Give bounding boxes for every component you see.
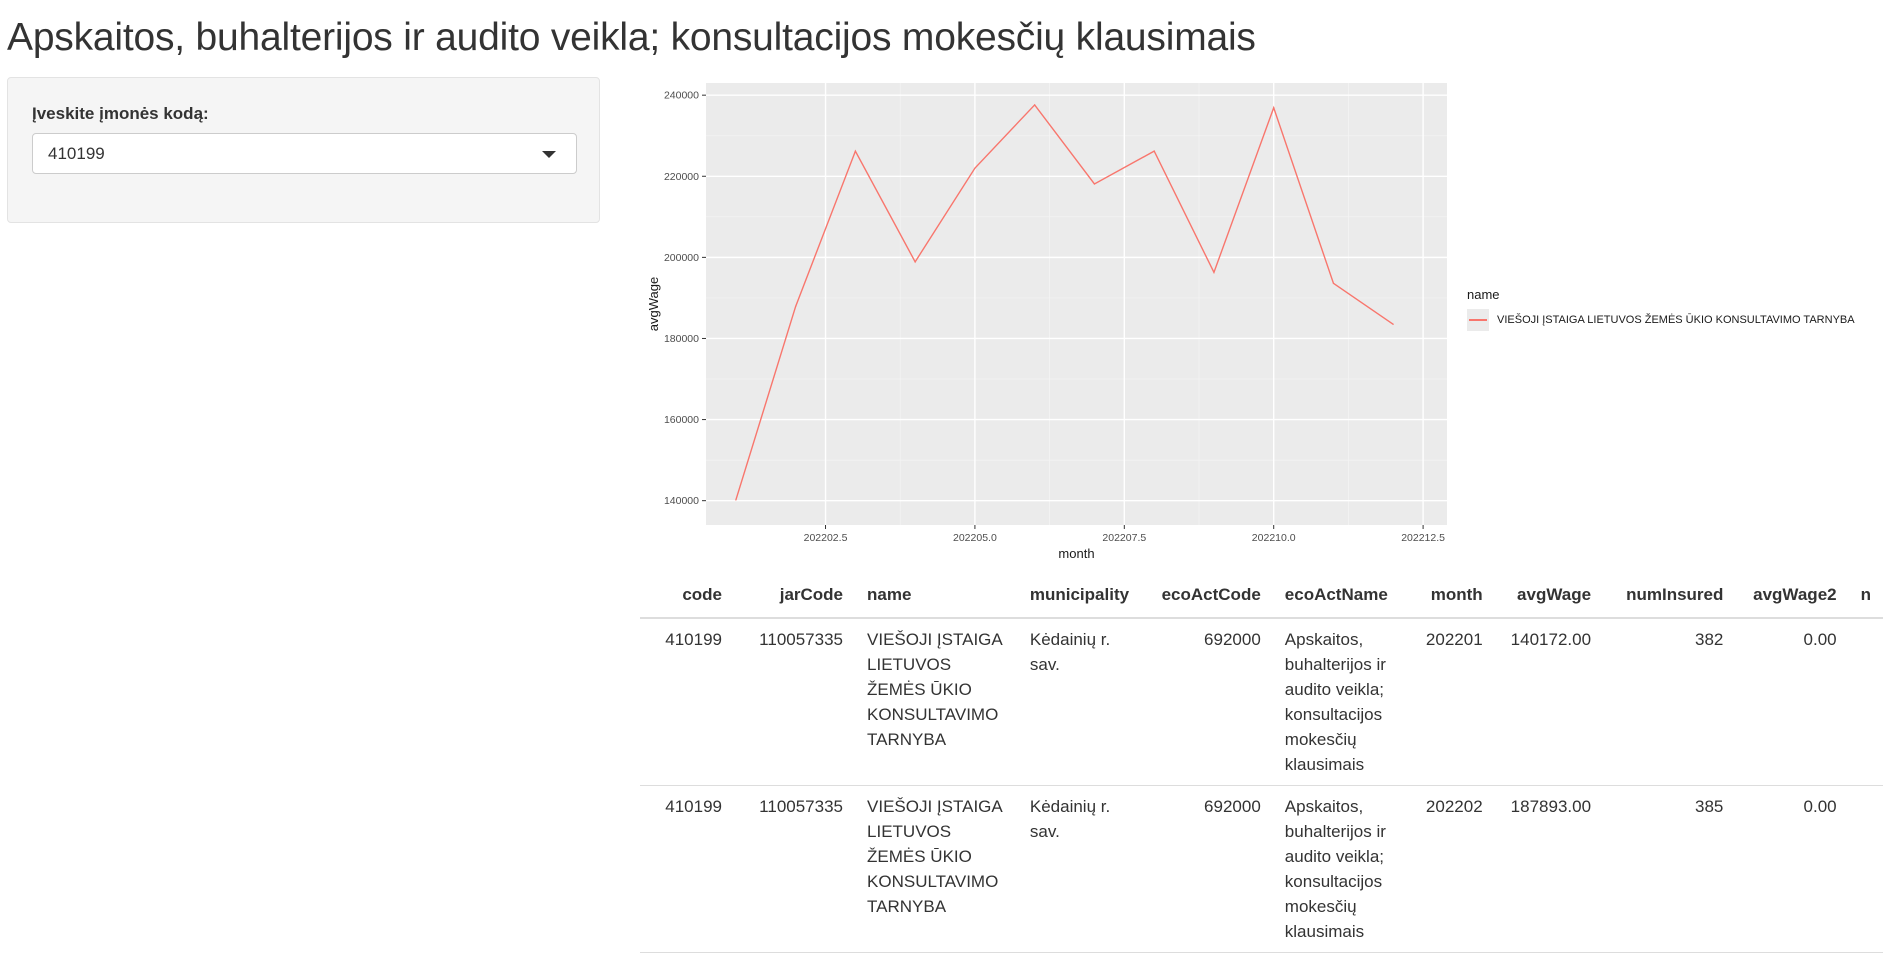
legend-key <box>1467 309 1489 331</box>
y-tick-label: 240000 <box>664 90 699 102</box>
cell-name: VIEŠOJI ĮSTAIGA LIETUVOS ŽEMĖS ŪKIO KONS… <box>855 785 1018 953</box>
cell-ecoactname: Apskaitos, buhalterijos ir audito veikla… <box>1272 785 1408 953</box>
column-header-code[interactable]: code <box>640 570 734 619</box>
column-header-name[interactable]: name <box>855 570 1018 619</box>
x-tick-label: 202210.0 <box>1252 532 1296 544</box>
series-point <box>1273 107 1275 109</box>
series-point <box>735 499 737 501</box>
table-row: 410199 110057335 VIEŠOJI ĮSTAIGA LIETUVO… <box>640 618 1883 786</box>
cell-ecoactcode: 692000 <box>1149 785 1273 953</box>
x-axis-title: month <box>1058 546 1094 561</box>
column-header-n[interactable]: n <box>1848 570 1883 619</box>
column-header-ecoactcode[interactable]: ecoActCode <box>1149 570 1273 619</box>
column-header-avgwage2[interactable]: avgWage2 <box>1735 570 1849 619</box>
x-tick-label: 202207.5 <box>1102 532 1146 544</box>
column-header-jarcode[interactable]: jarCode <box>734 570 856 619</box>
series-point <box>795 305 797 308</box>
legend-title: name <box>1467 287 1500 302</box>
y-tick-label: 220000 <box>664 171 699 183</box>
x-tick-label: 202205.0 <box>953 532 997 544</box>
company-code-select[interactable]: 410199 <box>32 133 577 174</box>
cell-municipality: Kėdainių r. sav. <box>1017 618 1150 786</box>
series-point <box>1332 282 1335 284</box>
legend-label: VIEŠOJI ĮSTAIGA LIETUVOS ŽEMĖS ŪKIO KONS… <box>1497 314 1855 326</box>
cell-jarcode: 110057335 <box>734 785 856 953</box>
column-header-ecoactname[interactable]: ecoActName <box>1272 570 1408 619</box>
cell-numinsured: 385 <box>1603 785 1736 953</box>
x-tick-label: 202212.5 <box>1401 532 1445 544</box>
series-point <box>1213 271 1215 273</box>
y-tick-label: 140000 <box>664 495 699 507</box>
company-code-label: Įveskite įmonės kodą: <box>32 104 209 123</box>
series-point <box>974 167 976 169</box>
cell-n <box>1848 618 1883 786</box>
y-tick-label: 180000 <box>664 333 699 345</box>
cell-jarcode: 110057335 <box>734 618 856 786</box>
series-point <box>914 261 916 263</box>
table-header-row: code jarCode name municipality ecoActCod… <box>640 570 1883 619</box>
column-header-avgwage[interactable]: avgWage <box>1494 570 1604 619</box>
column-header-month[interactable]: month <box>1407 570 1495 619</box>
table-row: 410199 110057335 VIEŠOJI ĮSTAIGA LIETUVO… <box>640 785 1883 953</box>
cell-code: 410199 <box>640 618 734 786</box>
column-header-numinsured[interactable]: numInsured <box>1603 570 1736 619</box>
cell-municipality: Kėdainių r. sav. <box>1017 785 1150 953</box>
chart-legend: name VIEŠOJI ĮSTAIGA LIETUVOS ŽEMĖS ŪKIO… <box>1467 287 1855 331</box>
cell-numinsured: 382 <box>1603 618 1736 786</box>
cell-month: 202201 <box>1407 618 1495 786</box>
series-point <box>1153 150 1155 152</box>
chevron-down-icon <box>542 151 556 158</box>
cell-avgwage2: 0.00 <box>1735 785 1849 953</box>
y-tick-label: 200000 <box>664 252 699 264</box>
cell-n <box>1848 785 1883 953</box>
cell-name: VIEŠOJI ĮSTAIGA LIETUVOS ŽEMĖS ŪKIO KONS… <box>855 618 1018 786</box>
cell-avgwage: 187893.00 <box>1494 785 1604 953</box>
input-panel: Įveskite įmonės kodą: 410199 <box>7 77 600 223</box>
series-point <box>854 150 856 152</box>
series-point <box>1392 323 1394 325</box>
company-code-selected-value: 410199 <box>48 144 105 163</box>
cell-code: 410199 <box>640 785 734 953</box>
cell-avgwage: 140172.00 <box>1494 618 1604 786</box>
chart-svg: 140000 160000 180000 200000 220000 240000 2022… <box>646 83 1447 561</box>
data-table-container: code jarCode name municipality ecoActCod… <box>640 570 1883 953</box>
column-header-municipality[interactable]: municipality <box>1017 570 1150 619</box>
plot-panel <box>706 83 1447 525</box>
legend-swatch <box>1469 319 1487 321</box>
page-title: Apskaitos, buhalterijos ir audito veikla… <box>7 16 1256 59</box>
y-tick-label: 160000 <box>664 414 699 426</box>
wage-chart: 140000 160000 180000 200000 220000 240000 2022… <box>640 78 1460 568</box>
cell-ecoactname: Apskaitos, buhalterijos ir audito veikla… <box>1272 618 1408 786</box>
cell-avgwage2: 0.00 <box>1735 618 1849 786</box>
series-point <box>1034 104 1036 106</box>
data-table: code jarCode name municipality ecoActCod… <box>640 570 1883 953</box>
x-tick-label: 202202.5 <box>804 532 848 544</box>
cell-month: 202202 <box>1407 785 1495 953</box>
y-axis-title: avgWage <box>646 277 661 331</box>
series-point <box>1093 183 1096 185</box>
cell-ecoactcode: 692000 <box>1149 618 1273 786</box>
